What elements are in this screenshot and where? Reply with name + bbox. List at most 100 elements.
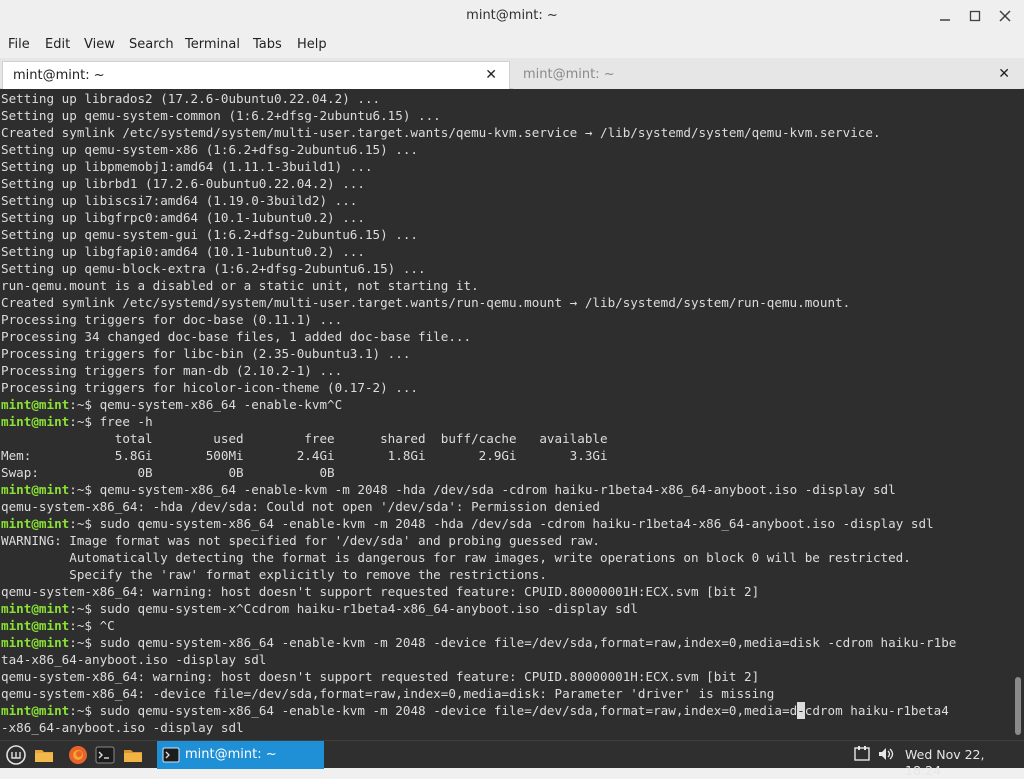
line-text: Setting up libgfapi0:amd64 (10.1-1ubuntu… <box>1 244 365 259</box>
line-text: sudo qemu-system-x86_64 -enable-kvm -m 2… <box>99 516 934 531</box>
prompt-path: :~$ <box>69 635 100 650</box>
line-text-after-cursor: cdrom haiku-r1beta4 <box>804 703 949 718</box>
prompt-path: :~$ <box>69 601 100 616</box>
line-text: Processing triggers for doc-base (0.11.1… <box>1 312 343 327</box>
terminal-output-line: qemu-system-x86_64: warning: host doesn'… <box>1 668 1010 685</box>
menu-tabs[interactable]: Tabs <box>253 37 282 53</box>
menu-search[interactable]: Search <box>129 37 174 53</box>
line-text: WARNING: Image format was not specified … <box>1 533 600 548</box>
line-text: Created symlink /etc/systemd/system/mult… <box>1 125 881 140</box>
tab-label: mint@mint: ~ <box>13 68 105 83</box>
terminal-output-line: Specify the 'raw' format explicitly to r… <box>1 566 1010 583</box>
taskbar-window-terminal[interactable]: mint@mint: ~ <box>157 741 324 769</box>
terminal-output-line: Processing triggers for doc-base (0.11.1… <box>1 311 1010 328</box>
line-text: qemu-system-x86_64 -enable-kvm^C <box>99 397 343 412</box>
terminal-command-line: mint@mint:~$ sudo qemu-system-x86_64 -en… <box>1 702 1010 719</box>
volume-icon[interactable] <box>877 745 895 769</box>
maximize-button[interactable] <box>964 5 986 27</box>
tab-close-icon[interactable]: ✕ <box>998 65 1010 83</box>
clock[interactable]: Wed Nov 22, 18:24 <box>905 747 1024 779</box>
line-text: Created symlink /etc/systemd/system/mult… <box>1 295 851 310</box>
terminal-command-line: mint@mint:~$ qemu-system-x86_64 -enable-… <box>1 396 1010 413</box>
minimize-button[interactable] <box>934 5 956 27</box>
line-text: sudo qemu-system-x^Ccdrom haiku-r1beta4-… <box>99 601 638 616</box>
prompt-path: :~$ <box>69 516 100 531</box>
scrollbar-thumb[interactable] <box>1015 677 1021 735</box>
menu-edit[interactable]: Edit <box>45 37 70 53</box>
terminal-output-line: qemu-system-x86_64: warning: host doesn'… <box>1 583 1010 600</box>
terminal-output-line: Created symlink /etc/systemd/system/mult… <box>1 124 1010 141</box>
title-bar[interactable]: mint@mint: ~ <box>0 0 1024 31</box>
terminal-output-line: -x86_64-anyboot.iso -display sdl <box>1 719 1010 736</box>
line-text: qemu-system-x86_64 -enable-kvm -m 2048 -… <box>99 482 896 497</box>
line-text: Specify the 'raw' format explicitly to r… <box>1 567 547 582</box>
terminal-output-line: Setting up qemu-system-x86 (1:6.2+dfsg-2… <box>1 141 1010 158</box>
terminal-command-line: mint@mint:~$ sudo qemu-system-x^Ccdrom h… <box>1 600 1010 617</box>
terminal-output[interactable]: Setting up librados2 (17.2.6-0ubuntu0.22… <box>0 89 1024 740</box>
terminal-output-line: Created symlink /etc/systemd/system/mult… <box>1 294 1010 311</box>
prompt-path: :~$ <box>69 414 100 429</box>
line-text: Setting up librbd1 (17.2.6-0ubuntu0.22.0… <box>1 176 365 191</box>
mint-menu-icon[interactable] <box>5 744 27 766</box>
window-title: mint@mint: ~ <box>466 8 558 23</box>
terminal-output-line: Processing triggers for libc-bin (2.35-0… <box>1 345 1010 362</box>
terminal-output-line: Setting up qemu-block-extra (1:6.2+dfsg-… <box>1 260 1010 277</box>
prompt-path: :~$ <box>69 618 100 633</box>
tab-close-icon[interactable]: ✕ <box>485 66 497 84</box>
terminal-output-line: Setting up libgfapi0:amd64 (10.1-1ubuntu… <box>1 243 1010 260</box>
tab-terminal-1[interactable]: mint@mint: ~ ✕ <box>2 61 510 89</box>
prompt-user-host: mint@mint <box>1 601 70 616</box>
prompt-user-host: mint@mint <box>1 703 70 718</box>
folder-icon[interactable] <box>33 744 55 766</box>
terminal-output-line: qemu-system-x86_64: -hda /dev/sda: Could… <box>1 498 1010 515</box>
line-text: Automatically detecting the format is da… <box>1 550 911 565</box>
terminal-icon[interactable] <box>94 744 116 766</box>
menu-bar: File Edit View Search Terminal Tabs Help <box>0 31 1024 58</box>
terminal-icon <box>162 747 180 763</box>
terminal-output-line: Processing 34 changed doc-base files, 1 … <box>1 328 1010 345</box>
terminal-output-line: WARNING: Image format was not specified … <box>1 532 1010 549</box>
menu-file[interactable]: File <box>8 37 30 53</box>
line-text: Processing triggers for libc-bin (2.35-0… <box>1 346 411 361</box>
notification-tray-icon[interactable] <box>853 745 871 769</box>
line-text: ^C <box>99 618 115 633</box>
prompt-user-host: mint@mint <box>1 618 70 633</box>
terminal-output-line: Setting up libiscsi7:amd64 (1.19.0-3buil… <box>1 192 1010 209</box>
terminal-output-line: total used free shared buff/cache availa… <box>1 430 1010 447</box>
line-text: qemu-system-x86_64: warning: host doesn'… <box>1 584 760 599</box>
files-icon[interactable] <box>122 744 144 766</box>
terminal-output-line: Swap: 0B 0B 0B <box>1 464 1010 481</box>
close-window-button[interactable] <box>994 5 1016 27</box>
menu-terminal[interactable]: Terminal <box>185 37 240 53</box>
line-text: qemu-system-x86_64: -hda /dev/sda: Could… <box>1 499 600 514</box>
terminal-output-line: Setting up librados2 (17.2.6-0ubuntu0.22… <box>1 90 1010 107</box>
taskbar: mint@mint: ~ Wed Nov 22, 18:24 <box>0 740 1024 778</box>
line-text: qemu-system-x86_64: -device file=/dev/sd… <box>1 686 775 701</box>
line-text: Setting up qemu-system-gui (1:6.2+dfsg-2… <box>1 227 419 242</box>
terminal-output-line: qemu-system-x86_64: -device file=/dev/sd… <box>1 685 1010 702</box>
line-text: Processing triggers for hicolor-icon-the… <box>1 380 419 395</box>
menu-help[interactable]: Help <box>297 37 327 53</box>
line-text: Setting up librados2 (17.2.6-0ubuntu0.22… <box>1 91 381 106</box>
terminal-output-line: ta4-x86_64-anyboot.iso -display sdl <box>1 651 1010 668</box>
line-text: Setting up qemu-system-common (1:6.2+dfs… <box>1 108 441 123</box>
terminal-command-line: mint@mint:~$ qemu-system-x86_64 -enable-… <box>1 481 1010 498</box>
terminal-output-line: Setting up qemu-system-gui (1:6.2+dfsg-2… <box>1 226 1010 243</box>
line-text: qemu-system-x86_64: warning: host doesn'… <box>1 669 760 684</box>
terminal-command-line: mint@mint:~$ ^C <box>1 617 1010 634</box>
terminal-output-line: Setting up libpmemobj1:amd64 (1.11.1-3bu… <box>1 158 1010 175</box>
line-text: ta4-x86_64-anyboot.iso -display sdl <box>1 652 267 667</box>
line-text: Setting up libiscsi7:amd64 (1.19.0-3buil… <box>1 193 358 208</box>
line-text: Mem: 5.8Gi 500Mi 2.4Gi 1.8Gi 2.9Gi 3.3Gi <box>1 448 608 463</box>
prompt-user-host: mint@mint <box>1 516 70 531</box>
terminal-lines: Setting up librados2 (17.2.6-0ubuntu0.22… <box>1 90 1010 736</box>
firefox-icon[interactable] <box>67 744 89 766</box>
terminal-scrollbar[interactable] <box>1012 89 1024 740</box>
maximize-icon <box>969 10 981 22</box>
line-text: Processing triggers for man-db (2.10.2-1… <box>1 363 343 378</box>
tab-terminal-2[interactable]: mint@mint: ~ ✕ <box>513 61 1022 89</box>
line-text: Setting up qemu-system-x86 (1:6.2+dfsg-2… <box>1 142 419 157</box>
line-text: Setting up libpmemobj1:amd64 (1.11.1-3bu… <box>1 159 373 174</box>
menu-view[interactable]: View <box>84 37 115 53</box>
terminal-output-line: Automatically detecting the format is da… <box>1 549 1010 566</box>
